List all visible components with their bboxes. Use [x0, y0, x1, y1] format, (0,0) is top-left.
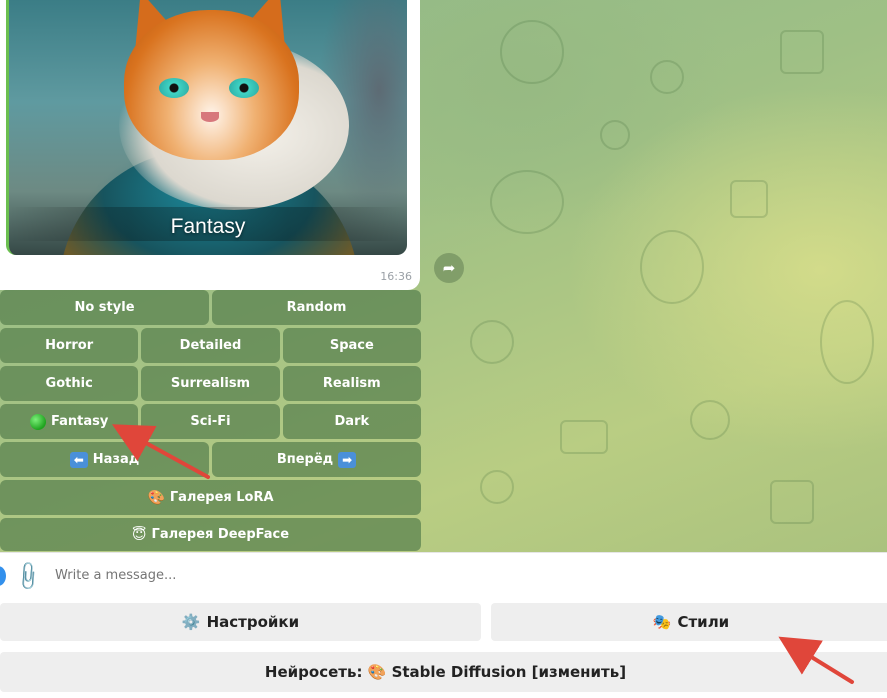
wallpaper-doodle: [690, 400, 730, 440]
message-input[interactable]: [53, 567, 657, 584]
style-button-sci-fi[interactable]: Sci-Fi: [141, 404, 280, 439]
button-label: Detailed: [179, 338, 242, 353]
left-arrow-icon: ⬅: [69, 451, 88, 468]
send-button-edge[interactable]: [0, 566, 6, 586]
style-button-fantasy[interactable]: Fantasy: [0, 404, 139, 439]
button-label: Realism: [322, 376, 381, 391]
image-cat-head: [124, 10, 299, 160]
forward-icon[interactable]: ➦: [434, 253, 464, 283]
button-label: Dark: [334, 414, 370, 429]
style-button-space[interactable]: Space: [282, 328, 421, 363]
image-eye: [159, 78, 189, 98]
button-label: Fantasy: [50, 414, 109, 429]
wallpaper-doodle: [490, 170, 564, 234]
inline-keyboard: No style Random Horror Detailed Space Go…: [0, 290, 421, 554]
theater-masks-icon: 🎭: [652, 613, 672, 631]
button-label: Surrealism: [170, 376, 251, 391]
next-button[interactable]: Вперёд ➡: [212, 442, 421, 477]
selected-indicator-icon: [29, 413, 46, 430]
style-button-detailed[interactable]: Detailed: [141, 328, 280, 363]
button-label: Вперёд: [276, 452, 334, 467]
button-label: Gothic: [45, 376, 93, 391]
right-arrow-icon: ➡: [338, 451, 357, 468]
style-button-surrealism[interactable]: Surrealism: [141, 366, 280, 401]
image-caption: Fantasy: [170, 215, 246, 238]
style-button-dark[interactable]: Dark: [282, 404, 421, 439]
button-label: No style: [74, 300, 135, 315]
wallpaper-doodle: [640, 230, 704, 304]
back-button[interactable]: ⬅ Назад: [0, 442, 209, 477]
wallpaper-doodle: [480, 470, 514, 504]
deepface-gallery-button[interactable]: 😇 Галерея DeepFace: [0, 518, 421, 551]
image-eye: [229, 78, 259, 98]
button-label: Стили: [677, 613, 730, 631]
style-button-realism[interactable]: Realism: [282, 366, 421, 401]
reply-keyboard: ⚙️ Настройки 🎭 Стили Нейросеть: 🎨 Stable D…: [0, 603, 887, 692]
face-icon: 😇: [131, 526, 147, 543]
lora-gallery-button[interactable]: 🎨 Галерея LoRA: [0, 480, 421, 515]
wallpaper-doodle: [650, 60, 684, 94]
message-time: 16:36: [380, 270, 412, 283]
button-label: Назад: [92, 452, 140, 467]
network-button[interactable]: Нейросеть: 🎨 Stable Diffusion [изменить]: [0, 652, 887, 692]
wallpaper-doodle: [560, 420, 608, 454]
image-message-bubble[interactable]: Fantasy 16:36: [0, 0, 420, 290]
wallpaper-doodle: [780, 30, 824, 74]
wallpaper-doodle: [770, 480, 814, 524]
button-label: Галерея LoRA: [169, 490, 274, 505]
wallpaper-doodle: [500, 20, 564, 84]
style-button-gothic[interactable]: Gothic: [0, 366, 139, 401]
style-button-horror[interactable]: Horror: [0, 328, 139, 363]
wallpaper-doodle: [730, 180, 768, 218]
message-composer: 📎: [0, 552, 887, 599]
button-label: Random: [286, 300, 347, 315]
style-button-no-style[interactable]: No style: [0, 290, 209, 325]
generated-image[interactable]: Fantasy: [6, 0, 407, 255]
wallpaper-doodle: [600, 120, 630, 150]
button-label: Галерея DeepFace: [151, 527, 290, 542]
gear-icon: ⚙️: [181, 613, 201, 631]
button-label: Horror: [45, 338, 94, 353]
button-label: Space: [329, 338, 374, 353]
wallpaper-doodle: [820, 300, 874, 384]
settings-button[interactable]: ⚙️ Настройки: [0, 603, 481, 641]
button-label: Sci-Fi: [190, 414, 231, 429]
image-nose: [201, 112, 219, 122]
paperclip-icon[interactable]: 📎: [11, 559, 46, 594]
button-label: Нейросеть: 🎨 Stable Diffusion [изменить]: [264, 663, 627, 681]
wallpaper-doodle: [470, 320, 514, 364]
styles-button[interactable]: 🎭 Стили: [491, 603, 887, 641]
button-label: Настройки: [206, 613, 300, 631]
palette-icon: 🎨: [147, 489, 165, 506]
style-button-random[interactable]: Random: [212, 290, 421, 325]
